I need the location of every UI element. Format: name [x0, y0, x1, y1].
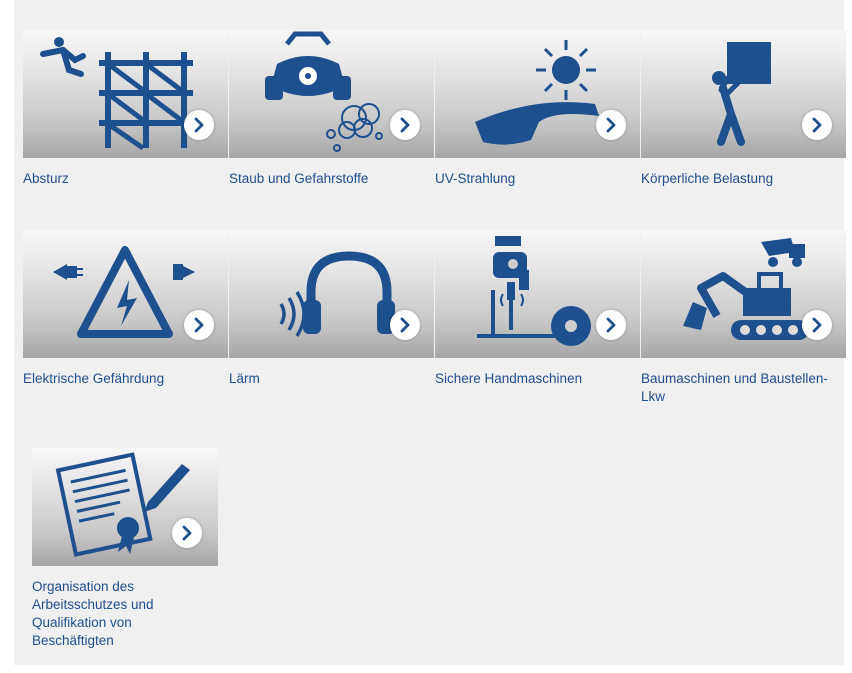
chevron-right-icon [606, 117, 616, 133]
tile-label[interactable]: Baumaschinen und Baustellen-Lkw [641, 370, 846, 406]
tile-label[interactable]: Körperliche Belastung [641, 170, 846, 188]
tile-label[interactable]: Staub und Gefahrstoffe [229, 170, 434, 188]
arrow-button[interactable] [390, 310, 420, 340]
chevron-right-icon [194, 117, 204, 133]
tile-image[interactable] [641, 30, 846, 158]
tile-label[interactable]: Sichere Handmaschinen [435, 370, 640, 388]
certificate-pen-icon [55, 452, 190, 557]
tile-image[interactable] [641, 230, 846, 358]
tile-label[interactable]: UV-Strahlung [435, 170, 640, 188]
tile-laerm[interactable]: Lärm [229, 230, 434, 388]
chevron-right-icon [400, 117, 410, 133]
tile-sichere-handmaschinen[interactable]: Sichere Handmaschinen [435, 230, 640, 388]
tile-staub-gefahrstoffe[interactable]: Staub und Gefahrstoffe [229, 30, 434, 188]
tile-koerperliche-belastung[interactable]: Körperliche Belastung [641, 30, 846, 188]
arrow-button[interactable] [390, 110, 420, 140]
chevron-right-icon [606, 317, 616, 333]
tile-image[interactable] [229, 30, 434, 158]
tile-elektrische-gefaehrdung[interactable]: Elektrische Gefährdung [23, 230, 228, 388]
tile-label[interactable]: Lärm [229, 370, 434, 388]
tile-image[interactable] [229, 230, 434, 358]
arrow-button[interactable] [596, 310, 626, 340]
arrow-button[interactable] [184, 110, 214, 140]
tile-label[interactable]: Organisation des Arbeitsschutzes und Qua… [32, 578, 192, 650]
chevron-right-icon [812, 117, 822, 133]
arrow-button[interactable] [596, 110, 626, 140]
tile-image[interactable] [435, 230, 640, 358]
tile-image[interactable] [23, 230, 228, 358]
chevron-right-icon [812, 317, 822, 333]
tile-image[interactable] [32, 448, 218, 566]
tile-absturz[interactable]: Absturz [23, 30, 228, 188]
tile-uv-strahlung[interactable]: UV-Strahlung [435, 30, 640, 188]
tile-organisation-arbeitsschutz[interactable]: Organisation des Arbeitsschutzes und Qua… [32, 448, 237, 650]
tile-image[interactable] [435, 30, 640, 158]
chevron-right-icon [194, 317, 204, 333]
tile-label[interactable]: Elektrische Gefährdung [23, 370, 228, 388]
tile-image[interactable] [23, 30, 228, 158]
arrow-button[interactable] [184, 310, 214, 340]
chevron-right-icon [400, 317, 410, 333]
chevron-right-icon [182, 525, 192, 541]
tile-label[interactable]: Absturz [23, 170, 228, 188]
arrow-button[interactable] [802, 110, 832, 140]
topic-grid-panel: Absturz Staub und Gefahrstoffe UV-Strahl… [14, 0, 846, 665]
arrow-button[interactable] [802, 310, 832, 340]
arrow-button[interactable] [172, 518, 202, 548]
tile-baumaschinen[interactable]: Baumaschinen und Baustellen-Lkw [641, 230, 846, 406]
